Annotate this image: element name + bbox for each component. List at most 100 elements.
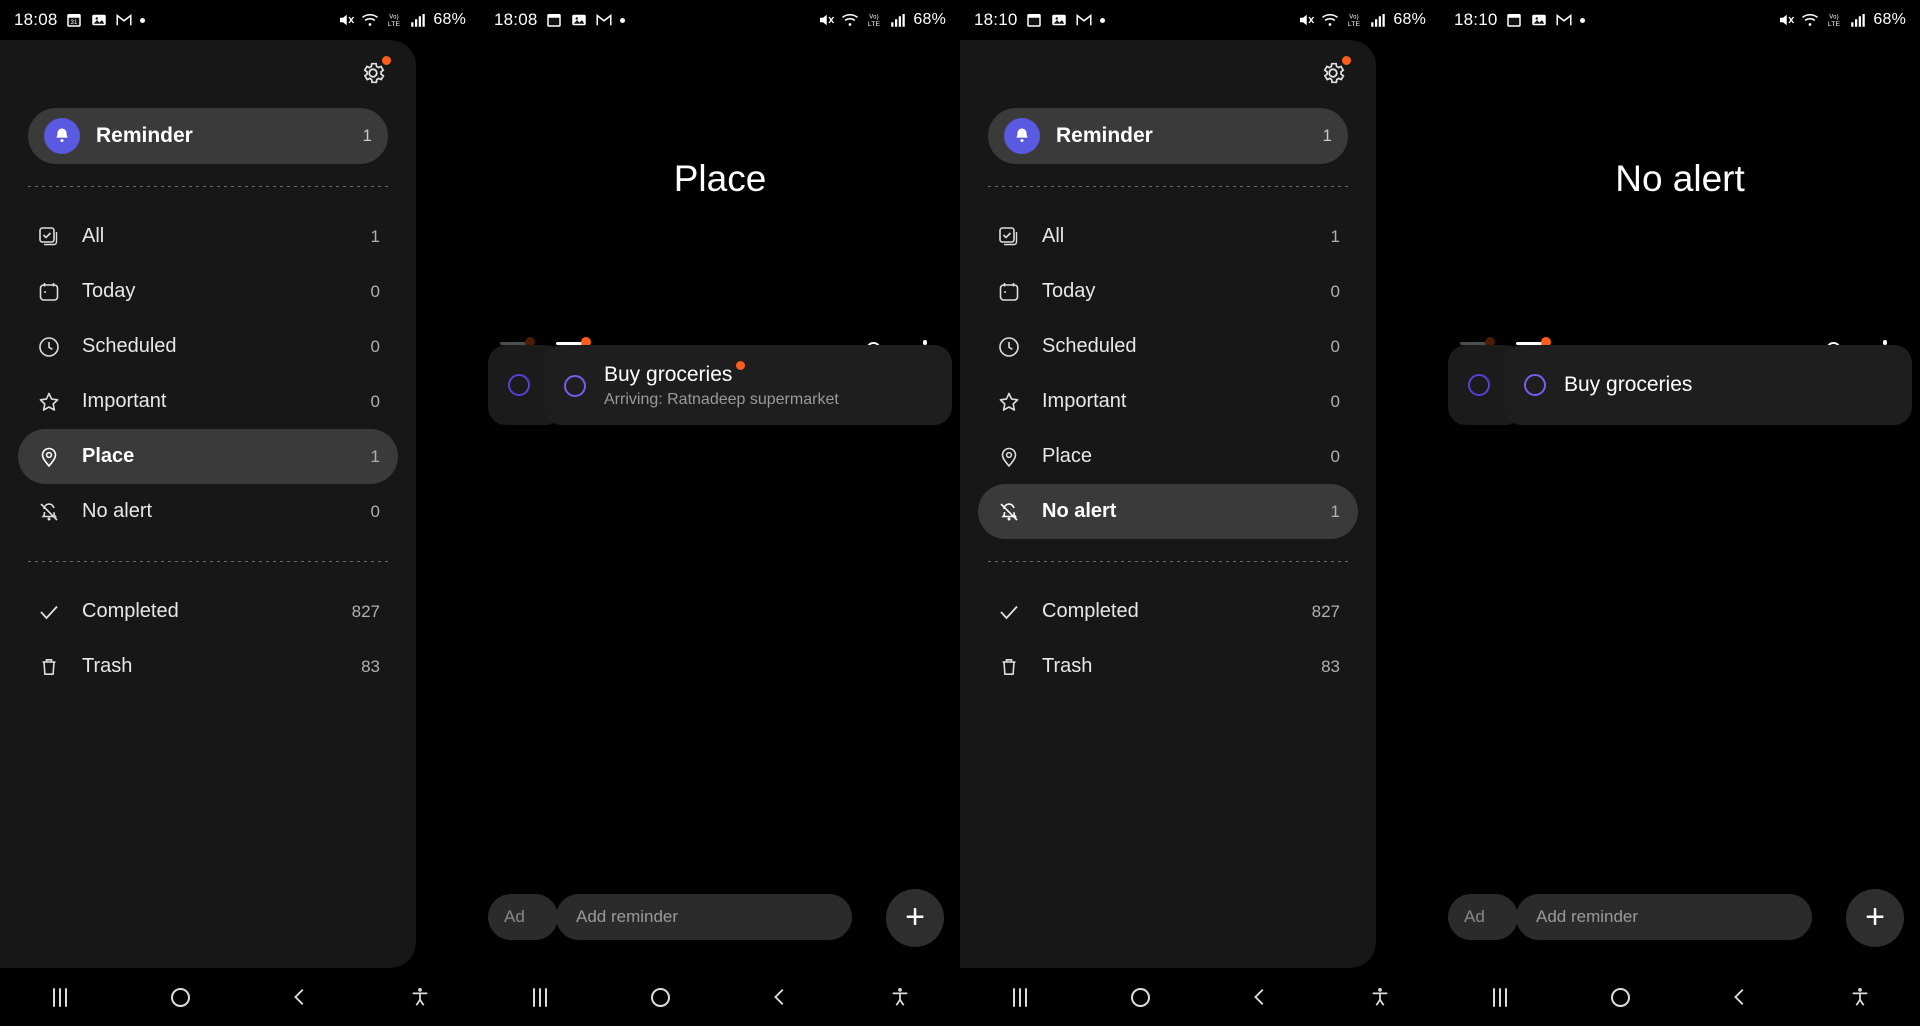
- sidebar-item-no-alert[interactable]: No alert 1: [978, 484, 1358, 539]
- account-row-reminder[interactable]: Reminder 1: [28, 108, 388, 164]
- accessibility-icon[interactable]: [883, 980, 917, 1014]
- back-icon[interactable]: [283, 980, 317, 1014]
- sidebar-item-count: 1: [1330, 226, 1340, 246]
- sidebar-item-important[interactable]: Important 0: [18, 374, 398, 429]
- signal-icon: [1371, 14, 1386, 27]
- battery-percent: 68%: [433, 11, 466, 28]
- add-reminder-input[interactable]: Add reminder: [556, 894, 852, 940]
- notification-dot: [619, 17, 625, 23]
- account-label: Reminder: [1056, 124, 1153, 147]
- reminder-card[interactable]: Buy groceries Arriving: Ratnadeep superm…: [544, 345, 952, 425]
- clock-icon: [36, 334, 62, 360]
- gmail-icon: [1556, 13, 1572, 26]
- recents-icon[interactable]: [1483, 980, 1517, 1014]
- sidebar-item-label: Trash: [82, 655, 133, 677]
- sidebar-item-label: Important: [82, 390, 167, 412]
- sidebar-item-all[interactable]: All 1: [978, 209, 1358, 264]
- sidebar-item-scheduled[interactable]: Scheduled 0: [978, 319, 1358, 374]
- recents-icon[interactable]: [43, 980, 77, 1014]
- location-pin-icon: [36, 444, 62, 470]
- sidebar-item-place[interactable]: Place 1: [18, 429, 398, 484]
- back-icon[interactable]: [763, 980, 797, 1014]
- notification-dot: [1579, 17, 1585, 23]
- all-checkbox-icon: [996, 224, 1022, 250]
- home-icon[interactable]: [643, 980, 677, 1014]
- notification-dot: [139, 17, 145, 23]
- recents-icon[interactable]: [1003, 980, 1037, 1014]
- accessibility-icon[interactable]: [1363, 980, 1397, 1014]
- account-row-reminder[interactable]: Reminder 1: [988, 108, 1348, 164]
- reminder-card[interactable]: Buy groceries: [1504, 345, 1912, 425]
- sidebar-item-completed[interactable]: Completed 827: [18, 584, 398, 639]
- sidebar-item-today[interactable]: Today 0: [978, 264, 1358, 319]
- settings-button[interactable]: [1318, 56, 1351, 88]
- wifi-icon: [1802, 13, 1819, 26]
- back-icon[interactable]: [1723, 980, 1757, 1014]
- sidebar-item-count: 827: [351, 601, 380, 621]
- reminder-list-view: Place Buy groceries Arriving: Ratnadeep …: [480, 40, 960, 968]
- sidebar-item-scheduled[interactable]: Scheduled 0: [18, 319, 398, 374]
- sidebar-item-label: Completed: [82, 600, 179, 622]
- sidebar-item-label: Completed: [1042, 600, 1139, 622]
- reminder-title-wrap: Buy groceries: [1564, 373, 1692, 397]
- reminder-list-view: No alert Buy groceries Ad Add reminder +: [1440, 40, 1920, 968]
- calendar-icon: [996, 279, 1022, 305]
- trash-icon: [996, 654, 1022, 680]
- sidebar-item-label: All: [1042, 225, 1065, 247]
- settings-button[interactable]: [358, 56, 391, 88]
- drawer-header: [0, 40, 416, 102]
- status-bar-left: 18:08 31: [14, 10, 145, 30]
- sidebar-item-label: Place: [82, 445, 135, 467]
- accessibility-icon[interactable]: [1843, 980, 1877, 1014]
- accessibility-icon[interactable]: [403, 980, 437, 1014]
- gmail-icon: [1076, 13, 1092, 26]
- sidebar-item-important[interactable]: Important 0: [978, 374, 1358, 429]
- sidebar-item-completed[interactable]: Completed 827: [978, 584, 1358, 639]
- sidebar-item-all[interactable]: All 1: [18, 209, 398, 264]
- status-time: 18:10: [974, 10, 1018, 29]
- check-icon: [996, 599, 1022, 625]
- account-count: 1: [1322, 126, 1332, 145]
- page-title: No alert: [1615, 158, 1745, 199]
- notification-dot: [1099, 17, 1105, 23]
- volte-icon: Vo)LTE: [868, 15, 881, 29]
- home-icon[interactable]: [1123, 980, 1157, 1014]
- check-icon: [36, 599, 62, 625]
- recents-icon[interactable]: [523, 980, 557, 1014]
- sidebar-item-label: Trash: [1042, 655, 1093, 677]
- volte-icon: Vo)LTE: [388, 15, 401, 29]
- sidebar-item-count: 83: [1321, 656, 1340, 676]
- status-bar-right: Vo) LTE 68%: [1297, 11, 1426, 29]
- sidebar-item-no-alert[interactable]: No alert 0: [18, 484, 398, 539]
- phone-panel-4: 18:10 Vo) LTE 68% No alert Buy groceries…: [1440, 0, 1920, 1026]
- sidebar-item-today[interactable]: Today 0: [18, 264, 398, 319]
- status-time: 18:10: [1454, 10, 1498, 29]
- bottom-add-bar: Ad Add reminder +: [480, 889, 960, 950]
- sidebar-item-trash[interactable]: Trash 83: [18, 639, 398, 694]
- sidebar-item-count: 83: [361, 656, 380, 676]
- sidebar-item-trash[interactable]: Trash 83: [978, 639, 1358, 694]
- status-bar-left: 18:10: [974, 10, 1105, 30]
- back-icon[interactable]: [1243, 980, 1277, 1014]
- system-nav-bar: [0, 968, 480, 1026]
- status-bar: 18:08 Vo) LTE 68%: [480, 0, 960, 40]
- calendar-icon: [1026, 14, 1041, 27]
- add-reminder-input[interactable]: Add reminder: [1516, 894, 1812, 940]
- circle-checkbox-icon[interactable]: [564, 375, 586, 397]
- drawer-nav-list: All 1 Today 0 Scheduled 0 Important 0 Pl…: [960, 209, 1376, 539]
- status-bar-right: Vo) LTE 68%: [1777, 11, 1906, 29]
- sidebar-item-label: Important: [1042, 390, 1127, 412]
- home-icon[interactable]: [163, 980, 197, 1014]
- wifi-icon: [842, 13, 859, 26]
- add-reminder-fab[interactable]: +: [1846, 889, 1904, 947]
- bell-slash-icon: [996, 499, 1022, 525]
- add-reminder-fab[interactable]: +: [886, 889, 944, 947]
- sidebar-item-place[interactable]: Place 0: [978, 429, 1358, 484]
- circle-checkbox-icon[interactable]: [1524, 374, 1546, 396]
- star-icon: [996, 389, 1022, 415]
- battery-percent: 68%: [913, 11, 946, 28]
- signal-icon: [891, 14, 906, 27]
- signal-icon: [411, 14, 426, 27]
- photos-icon: [1531, 14, 1546, 26]
- home-icon[interactable]: [1603, 980, 1637, 1014]
